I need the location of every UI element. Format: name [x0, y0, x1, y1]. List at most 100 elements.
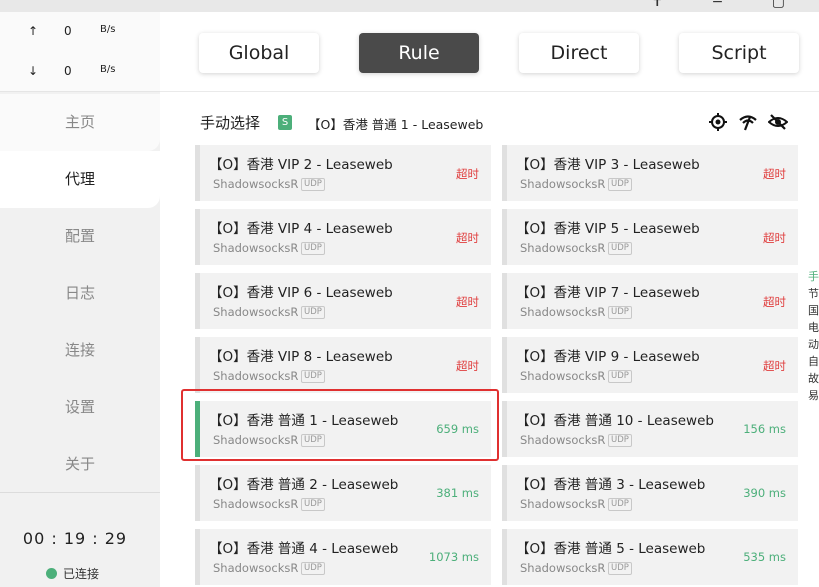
- sidebar-item-profiles[interactable]: 配置: [0, 208, 160, 265]
- udp-badge: UDP: [301, 498, 325, 511]
- proxy-delay[interactable]: 超时: [763, 294, 786, 310]
- wifi-test-icon[interactable]: [738, 112, 758, 132]
- clipped-side-panel: 手 节 国 电 动 自 故 易: [808, 268, 819, 418]
- upload-speed: ↑ 0 B/s: [0, 24, 160, 44]
- proxy-type: ShadowsocksR: [213, 561, 299, 575]
- download-value: 0: [64, 64, 72, 78]
- proxy-name: 【O】香港 VIP 3 - Leaseweb: [516, 157, 700, 173]
- mode-rule-button[interactable]: Rule: [359, 33, 479, 73]
- proxy-card[interactable]: 【O】香港 VIP 5 - Leaseweb ShadowsocksR UDP …: [502, 209, 798, 265]
- mode-script-button[interactable]: Script: [679, 33, 799, 73]
- proxy-card[interactable]: 【O】香港 普通 4 - Leaseweb ShadowsocksR UDP 1…: [195, 529, 491, 585]
- mode-direct-button[interactable]: Direct: [519, 33, 639, 73]
- sidebar-item-home[interactable]: 主页: [0, 94, 160, 151]
- proxy-type: ShadowsocksR: [520, 433, 606, 447]
- side-panel-char: 易: [808, 389, 819, 402]
- proxy-name: 【O】香港 VIP 9 - Leaseweb: [516, 349, 700, 365]
- proxy-card[interactable]: 【O】香港 VIP 8 - Leaseweb ShadowsocksR UDP …: [195, 337, 491, 393]
- udp-badge: UDP: [301, 434, 325, 447]
- sidebar-item-proxy[interactable]: 代理: [0, 151, 160, 208]
- proxy-delay[interactable]: 超时: [456, 358, 479, 374]
- mode-switcher: Global Rule Direct Script: [160, 12, 819, 92]
- proxy-indicator-bar: [195, 465, 200, 521]
- proxy-type: ShadowsocksR: [520, 497, 606, 511]
- group-type-badge: S: [278, 115, 292, 130]
- proxy-name: 【O】香港 普通 5 - Leaseweb: [516, 541, 706, 557]
- proxy-type: ShadowsocksR: [213, 241, 299, 255]
- proxy-type: ShadowsocksR: [520, 561, 606, 575]
- proxy-delay[interactable]: 535 ms: [743, 550, 786, 564]
- window-controls[interactable]: ✝ − ▢: [651, 0, 807, 10]
- proxy-card[interactable]: 【O】香港 普通 5 - Leaseweb ShadowsocksR UDP 5…: [502, 529, 798, 585]
- proxy-delay[interactable]: 659 ms: [436, 422, 479, 436]
- proxy-name: 【O】香港 普通 4 - Leaseweb: [209, 541, 399, 557]
- proxy-type: ShadowsocksR: [213, 497, 299, 511]
- proxy-name: 【O】香港 VIP 8 - Leaseweb: [209, 349, 393, 365]
- proxy-type: ShadowsocksR: [213, 433, 299, 447]
- window-top-strip: ✝ − ▢: [0, 0, 819, 12]
- proxy-type: ShadowsocksR: [520, 305, 606, 319]
- hide-icon[interactable]: [768, 112, 788, 132]
- udp-badge: UDP: [301, 306, 325, 319]
- proxy-delay[interactable]: 1073 ms: [429, 550, 479, 564]
- proxy-delay[interactable]: 390 ms: [743, 486, 786, 500]
- proxy-card[interactable]: 【O】香港 普通 2 - Leaseweb ShadowsocksR UDP 3…: [195, 465, 491, 521]
- proxy-type: ShadowsocksR: [213, 177, 299, 191]
- proxy-type: ShadowsocksR: [520, 241, 606, 255]
- udp-badge: UDP: [608, 306, 632, 319]
- proxy-type: ShadowsocksR: [520, 369, 606, 383]
- proxy-name: 【O】香港 普通 1 - Leaseweb: [209, 413, 399, 429]
- proxy-delay[interactable]: 超时: [763, 358, 786, 374]
- proxy-name: 【O】香港 VIP 7 - Leaseweb: [516, 285, 700, 301]
- mode-global-button[interactable]: Global: [199, 33, 319, 73]
- group-current-proxy: 【O】香港 普通 1 - Leaseweb: [308, 117, 484, 132]
- side-panel-char: 国: [808, 304, 819, 317]
- status-label: 已连接: [63, 567, 100, 581]
- sidebar: ↑ 0 B/s ↓ 0 B/s 主页 代理 配置 日志 连接 设置 关于 00 …: [0, 12, 160, 587]
- proxy-name: 【O】香港 VIP 6 - Leaseweb: [209, 285, 393, 301]
- proxy-type: ShadowsocksR: [213, 369, 299, 383]
- download-unit: B/s: [100, 64, 116, 75]
- proxy-delay[interactable]: 156 ms: [743, 422, 786, 436]
- proxy-card[interactable]: 【O】香港 VIP 2 - Leaseweb ShadowsocksR UDP …: [195, 145, 491, 201]
- proxy-type: ShadowsocksR: [520, 177, 606, 191]
- proxy-delay[interactable]: 超时: [456, 230, 479, 246]
- proxy-card[interactable]: 【O】香港 VIP 9 - Leaseweb ShadowsocksR UDP …: [502, 337, 798, 393]
- status-dot-icon: [46, 568, 57, 579]
- locate-icon[interactable]: [708, 112, 728, 132]
- proxy-type: ShadowsocksR: [213, 305, 299, 319]
- proxy-card[interactable]: 【O】香港 VIP 6 - Leaseweb ShadowsocksR UDP …: [195, 273, 491, 329]
- proxy-delay[interactable]: 超时: [456, 294, 479, 310]
- proxy-delay[interactable]: 超时: [763, 166, 786, 182]
- download-arrow-icon: ↓: [28, 64, 39, 78]
- upload-unit: B/s: [100, 24, 116, 35]
- sidebar-footer: 00 : 19 : 29 已连接: [0, 492, 160, 587]
- proxy-card[interactable]: 【O】香港 VIP 4 - Leaseweb ShadowsocksR UDP …: [195, 209, 491, 265]
- proxy-card[interactable]: 【O】香港 普通 10 - Leaseweb ShadowsocksR UDP …: [502, 401, 798, 457]
- proxy-delay[interactable]: 381 ms: [436, 486, 479, 500]
- proxy-indicator-bar: [502, 273, 507, 329]
- proxy-indicator-bar: [502, 401, 507, 457]
- proxy-card-selected[interactable]: 【O】香港 普通 1 - Leaseweb ShadowsocksR UDP 6…: [195, 401, 491, 457]
- upload-arrow-icon: ↑: [28, 24, 39, 38]
- connection-status: 已连接: [46, 565, 99, 582]
- proxy-card[interactable]: 【O】香港 普通 3 - Leaseweb ShadowsocksR UDP 3…: [502, 465, 798, 521]
- proxy-indicator-bar: [195, 273, 200, 329]
- proxy-card[interactable]: 【O】香港 VIP 3 - Leaseweb ShadowsocksR UDP …: [502, 145, 798, 201]
- proxy-indicator-bar: [502, 337, 507, 393]
- udp-badge: UDP: [608, 370, 632, 383]
- sidebar-item-settings[interactable]: 设置: [0, 379, 160, 436]
- proxy-delay[interactable]: 超时: [763, 230, 786, 246]
- proxy-indicator-bar: [195, 209, 200, 265]
- sidebar-item-logs[interactable]: 日志: [0, 265, 160, 322]
- proxy-indicator-bar: [195, 401, 200, 457]
- proxy-card[interactable]: 【O】香港 VIP 7 - Leaseweb ShadowsocksR UDP …: [502, 273, 798, 329]
- sidebar-item-about[interactable]: 关于: [0, 436, 160, 493]
- side-panel-char: 自: [808, 355, 819, 368]
- proxy-delay[interactable]: 超时: [456, 166, 479, 182]
- proxy-group-header: 手动选择 S 【O】香港 普通 1 - Leaseweb: [200, 112, 800, 134]
- side-panel-char: 手: [808, 270, 819, 283]
- proxy-indicator-bar: [195, 145, 200, 201]
- download-speed: ↓ 0 B/s: [0, 64, 160, 84]
- sidebar-item-connections[interactable]: 连接: [0, 322, 160, 379]
